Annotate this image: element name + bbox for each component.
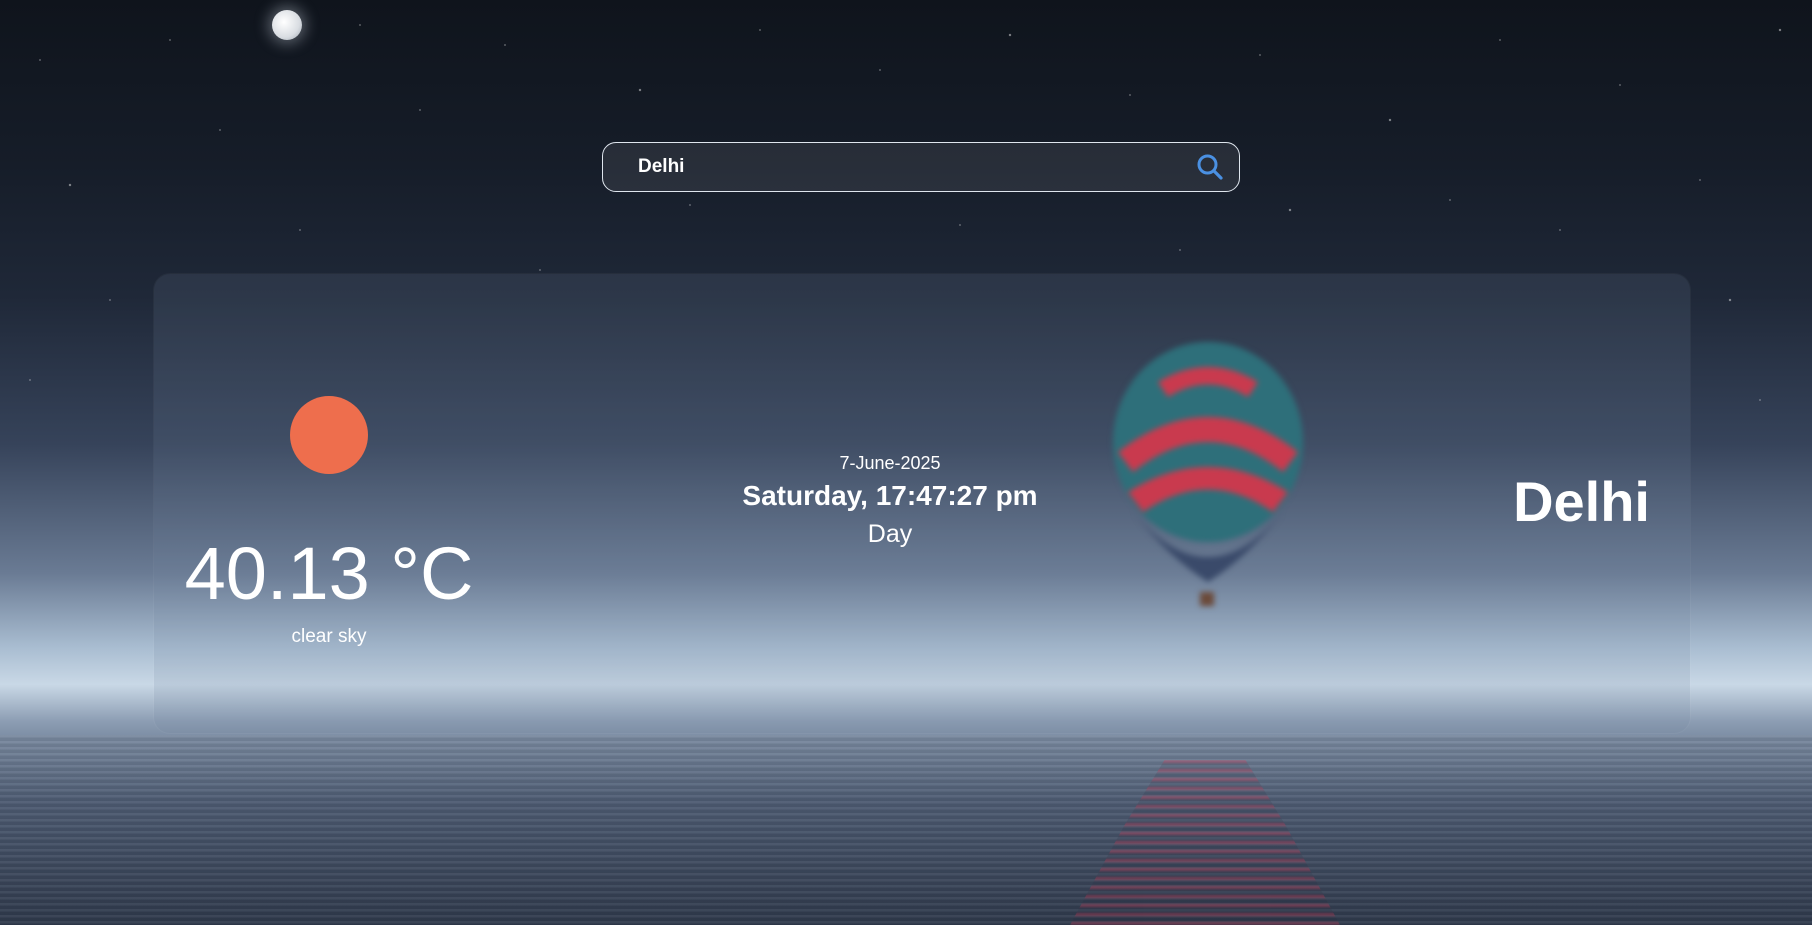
weather-description: clear sky xyxy=(291,626,367,647)
water-background xyxy=(0,735,1812,925)
search-bar xyxy=(602,142,1240,192)
hot-air-balloon-image xyxy=(1113,342,1303,606)
day-time-text: Saturday, 17:47:27 pm xyxy=(742,480,1038,511)
day-period-text: Day xyxy=(867,520,913,548)
temperature-value: 40.13 °C xyxy=(184,532,474,615)
search-button[interactable] xyxy=(1181,143,1239,191)
city-name: Delhi xyxy=(1513,470,1650,533)
datetime-block: 7-June-2025 Saturday, 17:47:27 pm Day xyxy=(740,450,1040,552)
search-icon xyxy=(1197,154,1223,180)
moon-image xyxy=(272,10,302,40)
weather-card: 40.13 °C clear sky 7-June-2025 Saturday,… xyxy=(154,274,1690,733)
date-text: 7-June-2025 xyxy=(839,453,941,473)
sun-icon xyxy=(290,396,368,474)
search-input[interactable] xyxy=(603,142,1181,192)
